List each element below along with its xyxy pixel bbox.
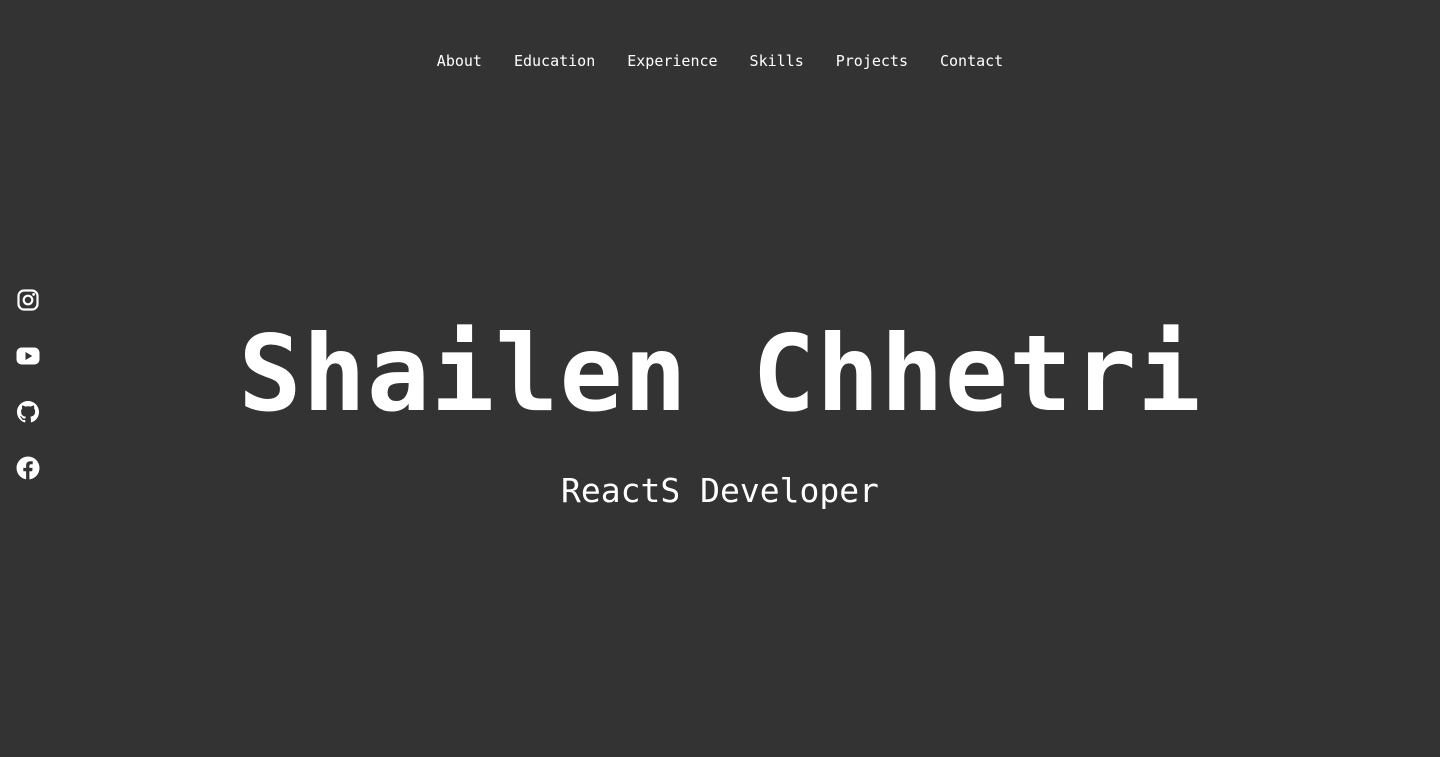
nav-link-projects[interactable]: Projects [836,50,908,72]
instagram-link[interactable] [16,288,40,312]
hero-name: Shailen Chhetri [238,313,1202,435]
nav-link-experience[interactable]: Experience [627,50,717,72]
nav-link-skills[interactable]: Skills [750,50,804,72]
nav-link-education[interactable]: Education [514,50,595,72]
instagram-icon [17,289,39,311]
nav-link-contact[interactable]: Contact [940,50,1003,72]
page: About Education Experience Skills Projec… [0,0,1440,757]
hero-section: Shailen Chhetri ReactS Developer [0,315,1440,511]
hero-role: ReactS Developer [561,471,879,510]
nav-link-about[interactable]: About [437,50,482,72]
top-nav: About Education Experience Skills Projec… [0,50,1440,72]
